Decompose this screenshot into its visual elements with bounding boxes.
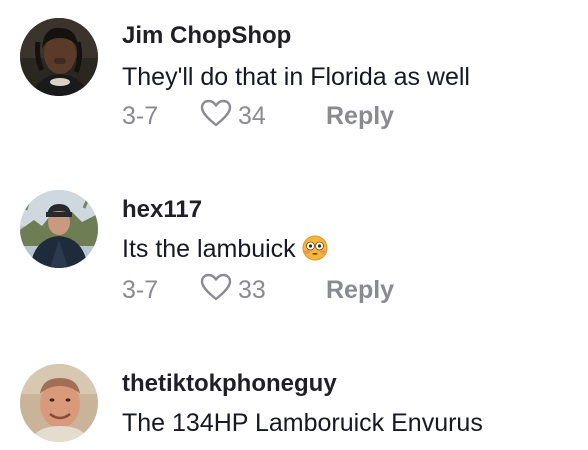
avatar[interactable] bbox=[20, 364, 98, 442]
comment-meta: 3-7 33 Reply bbox=[122, 273, 394, 307]
avatar-photo bbox=[20, 190, 98, 268]
like-button[interactable]: 34 bbox=[200, 99, 296, 134]
avatar-photo bbox=[20, 18, 98, 96]
heart-icon bbox=[200, 273, 232, 308]
comment-date: 3-7 bbox=[122, 101, 159, 130]
comment-username[interactable]: thetiktokphoneguy bbox=[122, 369, 337, 399]
comment-username[interactable]: Jim ChopShop bbox=[122, 21, 291, 51]
comment-date: 3-7 bbox=[122, 275, 159, 304]
like-count: 34 bbox=[238, 101, 266, 130]
reply-button[interactable]: Reply bbox=[326, 276, 394, 305]
comment-text: They'll do that in Florida as well bbox=[122, 63, 470, 91]
like-count: 33 bbox=[238, 275, 266, 304]
comment-text-content: Its the lambuick bbox=[122, 235, 296, 263]
reply-button[interactable]: Reply bbox=[326, 102, 394, 131]
avatar-photo bbox=[20, 364, 98, 442]
heart-icon bbox=[200, 99, 232, 134]
avatar[interactable] bbox=[20, 190, 98, 268]
comment-username[interactable]: hex117 bbox=[122, 195, 202, 225]
like-button[interactable]: 33 bbox=[200, 273, 296, 308]
flushed-face-icon bbox=[302, 235, 328, 269]
avatar[interactable] bbox=[20, 18, 98, 96]
comment-text: The 134HP Lamboruick Envurus bbox=[122, 409, 483, 437]
comment-meta: 3-7 34 Reply bbox=[122, 99, 394, 133]
comment-text: Its the lambuick bbox=[122, 233, 328, 269]
